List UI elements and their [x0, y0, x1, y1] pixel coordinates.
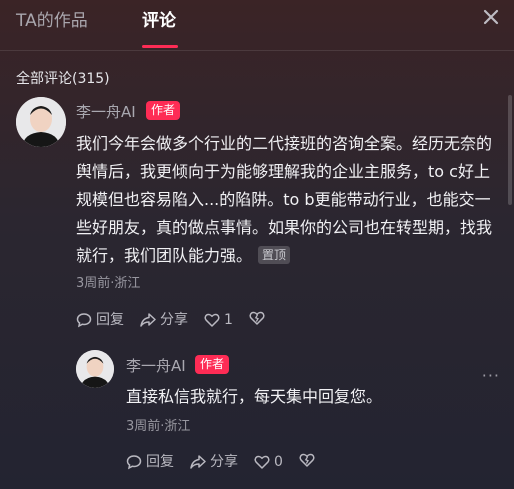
comment-author[interactable]: 李一舟AI [126, 355, 186, 376]
active-tab-indicator [142, 45, 178, 48]
share-button[interactable]: 分享 [190, 454, 238, 470]
like-button[interactable]: 1 [204, 312, 233, 328]
dislike-button[interactable] [249, 310, 265, 330]
comment-meta: 3周前·浙江 [126, 419, 191, 434]
tab-bar: TA的作品 评论 [0, 0, 514, 51]
like-count: 0 [274, 454, 283, 470]
comment-meta: 3周前·浙江 [76, 276, 141, 291]
tab-comments[interactable]: 评论 [142, 6, 176, 31]
reply-label: 回复 [146, 454, 174, 470]
reply-label: 回复 [96, 312, 124, 328]
dislike-icon [249, 311, 265, 325]
author-badge: 作者 [195, 355, 230, 374]
avatar[interactable] [16, 97, 66, 147]
comment-actions: 回复 分享 1 [76, 310, 265, 330]
share-button[interactable]: 分享 [140, 312, 188, 328]
author-badge: 作者 [146, 101, 181, 120]
dislike-icon [299, 453, 315, 467]
reply-icon [126, 455, 142, 470]
heart-icon [254, 455, 270, 469]
comment-author[interactable]: 李一舟AI [76, 101, 136, 122]
comment-actions: 回复 分享 0 [126, 452, 315, 472]
heart-icon [204, 313, 220, 327]
reply-button[interactable]: 回复 [126, 454, 174, 470]
tab-works[interactable]: TA的作品 [16, 6, 88, 31]
reply-icon [76, 313, 92, 328]
share-icon [190, 455, 206, 469]
like-button[interactable]: 0 [254, 454, 283, 470]
reply-button[interactable]: 回复 [76, 312, 124, 328]
share-label: 分享 [210, 454, 238, 470]
scrollbar[interactable] [508, 95, 512, 205]
pinned-badge: 置顶 [258, 246, 291, 264]
close-icon[interactable] [482, 8, 500, 26]
comment-count: 全部评论(315) [16, 71, 110, 87]
dislike-button[interactable] [299, 452, 315, 472]
like-count: 1 [224, 312, 233, 328]
comment-text: 我们今年会做多个行业的二代接班的咨询全案。经历无奈的舆情后，我更倾向于为能够理解… [76, 130, 500, 270]
comment-text: 直接私信我就行，每天集中回复您。 [126, 383, 486, 411]
share-icon [140, 313, 156, 327]
comment-body: 直接私信我就行，每天集中回复您。 [126, 387, 383, 406]
avatar[interactable] [76, 350, 114, 388]
share-label: 分享 [160, 312, 188, 328]
